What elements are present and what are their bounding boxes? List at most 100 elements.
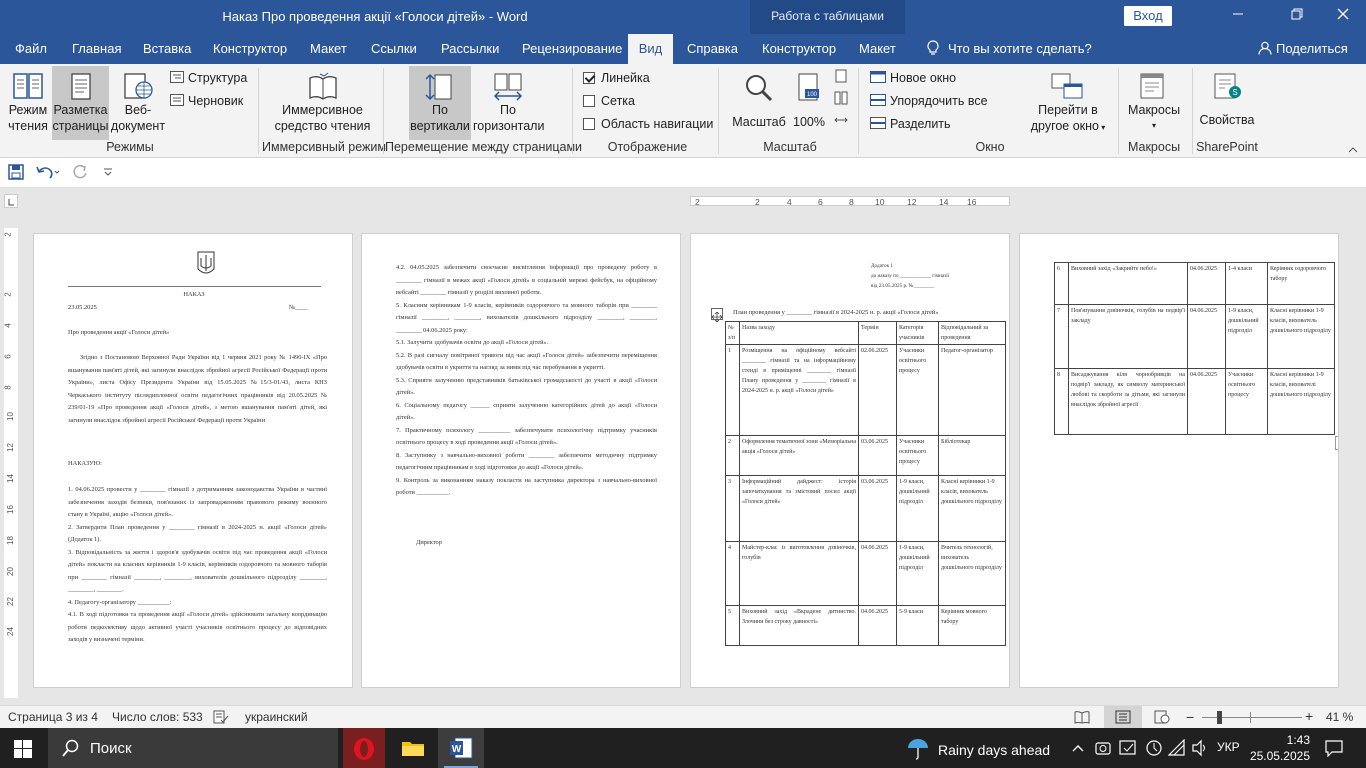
collapse-ribbon-button[interactable] bbox=[1346, 142, 1360, 154]
draft-button[interactable]: Черновик bbox=[170, 93, 243, 109]
security-tray-button[interactable] bbox=[1095, 739, 1111, 760]
web-layout-view-button[interactable] bbox=[1154, 710, 1170, 727]
checkbox-unchecked[interactable] bbox=[583, 118, 595, 130]
order-body-2: 4.2. 04.05.2025 забезпечити своєчасне ви… bbox=[396, 264, 657, 496]
tab-insert[interactable]: Вставка bbox=[135, 34, 199, 64]
taskbar-search[interactable]: Поиск bbox=[48, 728, 338, 768]
app-tray-button[interactable] bbox=[1119, 739, 1137, 760]
restore-button[interactable] bbox=[1285, 6, 1309, 26]
table-row: 8 Висаджування кілн чорнобривців на подв… bbox=[1054, 368, 1335, 435]
table-move-handle[interactable] bbox=[711, 308, 723, 323]
ruler-tick: 2 bbox=[3, 292, 13, 297]
table-header-row: № з/п Назва заходу Термін Категорія учас… bbox=[725, 321, 1006, 345]
print-layout-view-button[interactable] bbox=[1104, 706, 1142, 728]
page-counter[interactable]: Страница 3 из 4 bbox=[8, 710, 98, 724]
tab-file[interactable]: Файл bbox=[7, 34, 55, 64]
zoom-level[interactable]: 41 % bbox=[1326, 710, 1353, 724]
multiple-pages-button[interactable] bbox=[832, 91, 850, 107]
tray-overflow-button[interactable] bbox=[1071, 740, 1085, 756]
print-layout-button[interactable]: Разметка страницы bbox=[52, 66, 109, 140]
plan-table-continued[interactable]: 6 Виховний захід «Закрийте небо!» 04.06.… bbox=[1054, 262, 1335, 435]
director-signature: Директор bbox=[416, 539, 442, 546]
tab-table-design[interactable]: Конструктор bbox=[754, 34, 844, 64]
share-button[interactable]: Поделиться bbox=[1250, 34, 1356, 64]
tab-table-layout[interactable]: Макет bbox=[851, 34, 904, 64]
tell-me-search[interactable]: Что вы хотите сделать? bbox=[918, 34, 1100, 64]
zoom-out-button[interactable]: − bbox=[1186, 709, 1194, 725]
start-button[interactable] bbox=[14, 740, 32, 761]
weather-widget[interactable]: Rainy days ahead bbox=[906, 738, 1050, 760]
split-button[interactable]: Разделить bbox=[870, 116, 951, 132]
tab-home[interactable]: Главная bbox=[64, 34, 129, 64]
read-mode-view-button[interactable] bbox=[1074, 710, 1090, 727]
tab-references[interactable]: Ссылки bbox=[363, 34, 425, 64]
checkbox-unchecked[interactable] bbox=[583, 95, 595, 107]
macros-button[interactable]: Макросы ▾ bbox=[1124, 68, 1184, 140]
tab-help[interactable]: Справка bbox=[679, 34, 746, 64]
language-indicator[interactable]: украинский bbox=[245, 710, 308, 724]
zoom-in-button[interactable]: + bbox=[1305, 708, 1313, 724]
horizontal-ruler[interactable]: 2 2 4 6 8 10 12 14 16 bbox=[690, 196, 1010, 207]
ruler-checkbox[interactable]: Линейка bbox=[583, 70, 650, 86]
zoom-100-button[interactable]: 100 100% bbox=[792, 68, 826, 140]
network-button[interactable] bbox=[1167, 738, 1186, 760]
new-window-icon bbox=[870, 71, 886, 83]
web-layout-button[interactable]: Веб- документ bbox=[110, 68, 166, 140]
close-button[interactable] bbox=[1331, 6, 1355, 26]
document-page-2[interactable]: 4.2. 04.05.2025 забезпечити своєчасне ви… bbox=[361, 233, 681, 688]
redo-button[interactable] bbox=[72, 164, 88, 184]
new-window-label: Новое окно bbox=[890, 71, 957, 85]
volume-button[interactable] bbox=[1191, 739, 1209, 760]
minimize-button[interactable] bbox=[1226, 6, 1250, 26]
one-page-button[interactable] bbox=[832, 69, 850, 85]
side-to-side-button[interactable]: По горизонтали bbox=[473, 68, 544, 140]
tab-selector[interactable] bbox=[4, 194, 18, 208]
opera-taskbar-button[interactable] bbox=[343, 728, 385, 768]
properties-button[interactable]: S Свойства bbox=[1198, 68, 1256, 140]
table-cell: 1-9 класи, дошкільний підрозділ bbox=[896, 475, 939, 542]
order-command: НАКАЗУЮ: bbox=[68, 460, 102, 467]
zoom-label: Масштаб bbox=[732, 115, 786, 129]
page-width-button[interactable] bbox=[832, 113, 850, 129]
document-page-1[interactable]: НАКАЗ 23.05.2025 №____ Про проведення ак… bbox=[33, 233, 353, 688]
immersive-reader-button[interactable]: Иммерсивное средство чтения bbox=[270, 68, 375, 140]
zoom-slider-thumb[interactable] bbox=[1217, 711, 1222, 724]
document-page-3[interactable]: Додаток 1 до наказу по ____________ гімн… bbox=[690, 233, 1010, 688]
tab-review[interactable]: Рецензирование bbox=[514, 34, 630, 64]
word-count[interactable]: Число слов: 533 bbox=[112, 710, 203, 724]
undo-button[interactable] bbox=[36, 164, 60, 184]
switch-windows-button[interactable]: Перейти в другое окно ▾ bbox=[1026, 68, 1110, 140]
outline-button[interactable]: Структура bbox=[170, 70, 247, 86]
notifications-button[interactable] bbox=[1325, 739, 1343, 760]
zoom-button[interactable]: Масштаб bbox=[730, 68, 788, 140]
word-taskbar-button[interactable]: W bbox=[438, 728, 484, 768]
windows-taskbar: Поиск W Rainy days ahead УКР 1:43 25.05.… bbox=[0, 728, 1366, 768]
tab-mailings[interactable]: Рассылки bbox=[433, 34, 507, 64]
save-button[interactable] bbox=[8, 164, 24, 184]
navigation-pane-checkbox[interactable]: Область навигации bbox=[583, 116, 713, 132]
tab-design[interactable]: Конструктор bbox=[205, 34, 295, 64]
tab-view[interactable]: Вид bbox=[628, 34, 673, 64]
read-mode-button[interactable]: Режим чтения bbox=[4, 68, 52, 140]
file-explorer-taskbar-button[interactable] bbox=[392, 728, 434, 768]
ruler-tick: 2 bbox=[3, 232, 13, 237]
proofing-button[interactable] bbox=[213, 710, 229, 727]
new-window-button[interactable]: Новое окно bbox=[870, 70, 956, 86]
clock[interactable]: 1:43 25.05.2025 bbox=[1244, 732, 1310, 764]
input-language[interactable]: УКР bbox=[1217, 740, 1240, 754]
sign-in-button[interactable]: Вход bbox=[1124, 6, 1172, 26]
customize-qat-button[interactable] bbox=[102, 166, 114, 182]
tray-app-button[interactable] bbox=[1145, 739, 1163, 760]
vertical-ruler[interactable]: 2 2 4 6 8 10 12 14 16 18 20 22 24 bbox=[4, 228, 18, 698]
document-title: Наказ Про проведення акції «Голоси дітей… bbox=[222, 9, 528, 24]
checkbox-checked[interactable] bbox=[583, 72, 595, 84]
plan-table[interactable]: № з/п Назва заходу Термін Категорія учас… bbox=[725, 321, 1006, 646]
tab-layout[interactable]: Макет bbox=[302, 34, 355, 64]
ruler-tick: 2 bbox=[695, 197, 700, 207]
header-cell: № з/п bbox=[725, 321, 740, 345]
vertical-movement-button[interactable]: По вертикали bbox=[409, 66, 471, 140]
gridlines-checkbox[interactable]: Сетка bbox=[583, 93, 635, 109]
arrange-all-button[interactable]: Упорядочить все bbox=[870, 93, 988, 109]
document-page-4[interactable]: 6 Виховний захід «Закрийте небо!» 04.06.… bbox=[1019, 233, 1339, 688]
table-resize-handle[interactable] bbox=[1335, 436, 1338, 450]
